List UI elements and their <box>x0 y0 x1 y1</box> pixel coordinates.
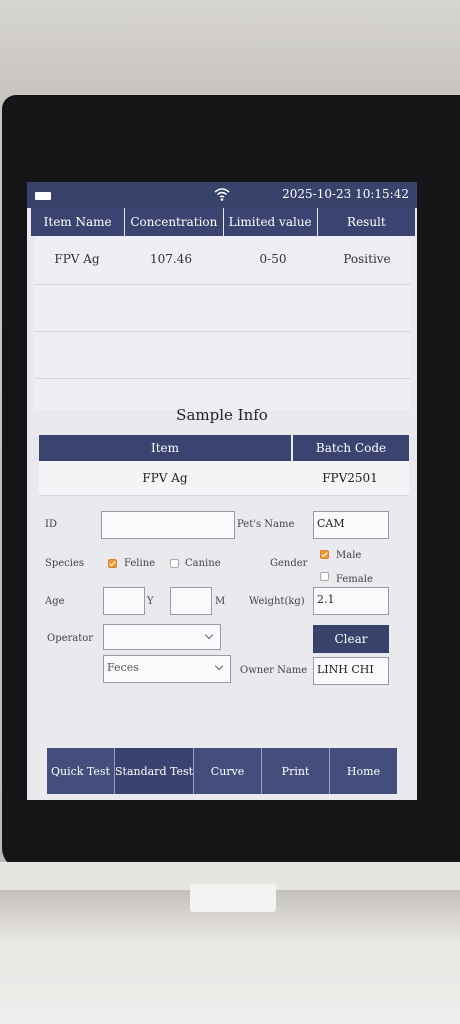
chevron-down-icon <box>214 661 224 671</box>
quick-test-button[interactable]: Quick Test <box>47 748 115 794</box>
operator-select[interactable] <box>103 624 221 650</box>
sample-item: FPV Ag <box>142 471 188 485</box>
female-label: Female <box>336 574 373 585</box>
sample-form: ID Pet's Name CAM Species Feline Canine … <box>27 495 417 685</box>
age-years-input[interactable] <box>103 587 145 615</box>
wifi-icon <box>214 188 230 201</box>
female-checkbox[interactable] <box>320 572 329 581</box>
sample-info-title: Sample Info <box>176 406 268 424</box>
weight-label: Weight(kg) <box>249 596 305 607</box>
sample-type-value: Feces <box>107 661 139 674</box>
status-datetime: 2025-10-23 10:15:42 <box>282 187 409 201</box>
header-item: Item <box>39 435 293 461</box>
gender-label: Gender <box>270 558 308 569</box>
male-checkbox[interactable] <box>320 550 329 559</box>
sample-table-header: Item Batch Code <box>39 435 409 461</box>
row-divider <box>35 284 411 285</box>
row-divider <box>35 331 411 332</box>
sample-row[interactable]: FPV Ag FPV2501 <box>39 461 409 496</box>
age-months-input[interactable] <box>170 587 212 615</box>
device-screen: 2025-10-23 10:15:42 Item Name Concentrat… <box>27 182 417 800</box>
cell-limited-value: 0-50 <box>259 252 287 266</box>
header-batch-code: Batch Code <box>315 441 387 455</box>
header-item-name: Item Name <box>31 208 126 236</box>
feline-label: Feline <box>124 558 156 569</box>
battery-icon <box>35 192 51 200</box>
clear-button[interactable]: Clear <box>313 625 389 653</box>
cell-concentration: 107.46 <box>150 252 192 266</box>
header-result: Result <box>347 215 386 229</box>
age-months-unit: M <box>215 596 226 607</box>
age-label: Age <box>45 596 65 607</box>
sample-type-select[interactable]: Feces <box>103 655 231 683</box>
header-concentration: Concentration <box>125 208 224 236</box>
age-years-unit: Y <box>147 596 154 607</box>
owner-name-label: Owner Name <box>240 665 308 676</box>
weight-input[interactable]: 2.1 <box>313 587 389 615</box>
owner-name-input[interactable]: LINH CHI <box>313 657 389 685</box>
canine-checkbox[interactable] <box>170 559 179 568</box>
sample-batch-code: FPV2501 <box>322 471 378 485</box>
table-row[interactable]: FPV Ag 107.46 0-50 Positive <box>35 252 411 266</box>
bottom-nav: Quick Test Standard Test Curve Print Hom… <box>47 748 397 794</box>
standard-test-button[interactable]: Standard Test <box>114 748 195 794</box>
status-bar: 2025-10-23 10:15:42 <box>27 182 417 208</box>
canine-label: Canine <box>185 558 221 569</box>
feline-checkbox[interactable] <box>108 559 117 568</box>
row-divider <box>35 378 411 379</box>
id-input[interactable] <box>101 511 235 539</box>
operator-label: Operator <box>47 633 94 644</box>
chevron-down-icon <box>204 630 214 640</box>
species-label: Species <box>45 558 85 569</box>
results-table-header: Item Name Concentration Limited value Re… <box>31 208 415 236</box>
cell-item-name: FPV Ag <box>54 252 100 266</box>
home-button[interactable]: Home <box>330 748 397 794</box>
print-button[interactable]: Print <box>262 748 331 794</box>
pet-name-input[interactable]: CAM <box>313 511 389 539</box>
results-table-body: FPV Ag 107.46 0-50 Positive <box>35 236 411 410</box>
device-port <box>190 884 276 912</box>
cell-result: Positive <box>343 252 391 266</box>
id-label: ID <box>45 519 57 530</box>
curve-button[interactable]: Curve <box>194 748 263 794</box>
pet-name-label: Pet's Name <box>237 519 295 530</box>
header-limited-value: Limited value <box>224 208 318 236</box>
male-label: Male <box>336 550 362 561</box>
